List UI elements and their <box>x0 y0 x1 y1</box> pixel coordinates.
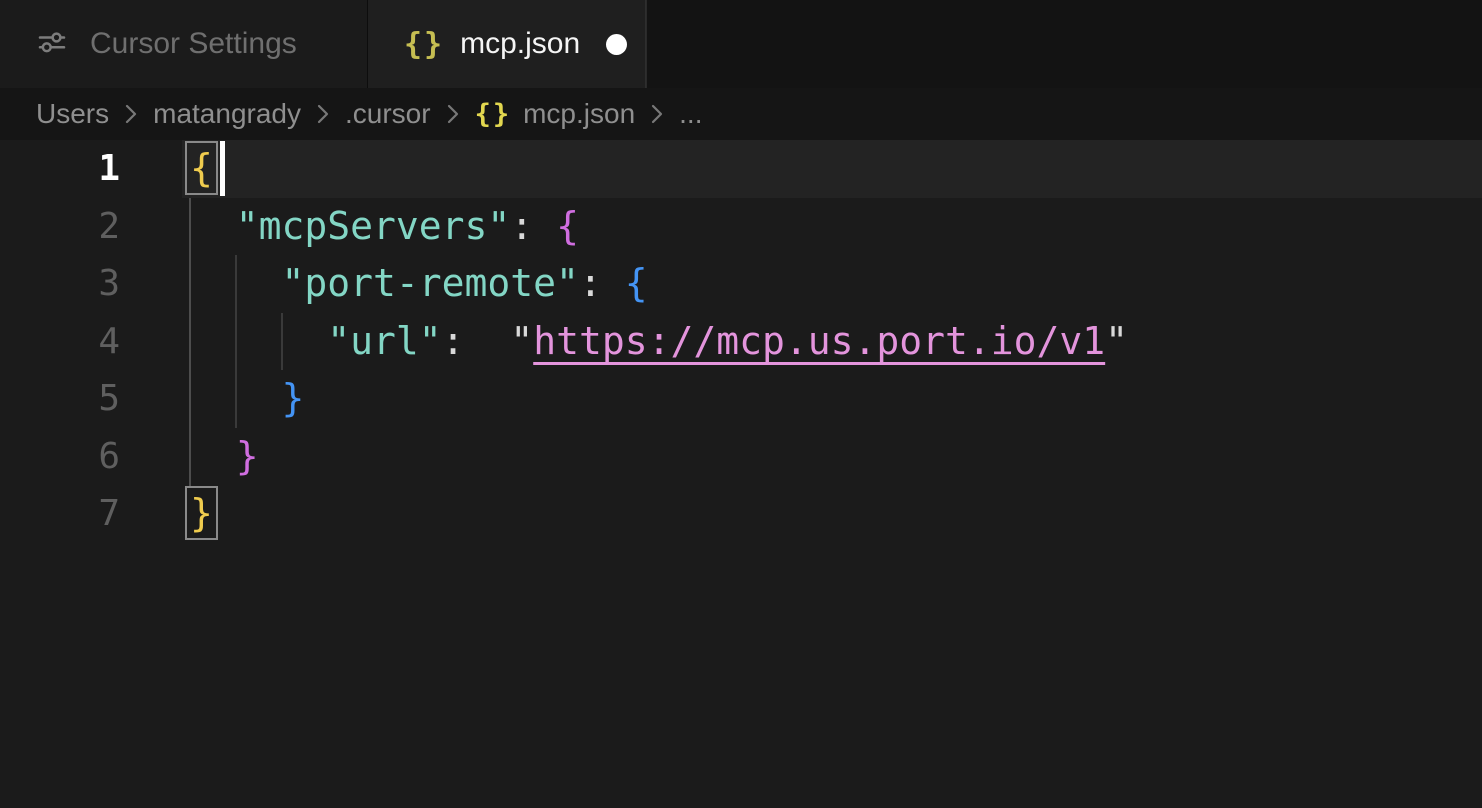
code-line[interactable]: 1{ <box>0 140 1482 198</box>
tab-bar: Cursor Settings {} mcp.json <box>0 0 1482 88</box>
breadcrumb-item-users[interactable]: Users <box>36 98 109 130</box>
code-line[interactable]: 2 "mcpServers": { <box>0 198 1482 256</box>
code-token: { <box>556 204 579 248</box>
line-number[interactable]: 7 <box>0 485 120 543</box>
bracket-match: { <box>190 146 213 190</box>
code-line-content: } <box>182 428 1482 486</box>
line-number[interactable]: 5 <box>0 370 120 428</box>
code-token <box>602 261 625 305</box>
text-cursor <box>220 141 225 196</box>
breadcrumb-item-matangrady[interactable]: matangrady <box>153 98 301 130</box>
code-token <box>190 434 236 478</box>
code-token: } <box>236 434 259 478</box>
line-number[interactable]: 6 <box>0 428 120 486</box>
chevron-right-icon <box>122 101 140 127</box>
chevron-right-icon <box>444 101 462 127</box>
code-line[interactable]: 5 } <box>0 370 1482 428</box>
code-token: " <box>1105 319 1128 363</box>
line-number[interactable]: 1 <box>0 140 120 198</box>
code-token <box>190 376 282 420</box>
line-number[interactable]: 2 <box>0 198 120 256</box>
tab-label: mcp.json <box>460 27 580 61</box>
tab-mcp-json[interactable]: {} mcp.json <box>368 0 646 88</box>
code-token <box>190 261 282 305</box>
link-token[interactable]: https://mcp.us.port.io/v1 <box>533 319 1105 363</box>
code-line-content: "mcpServers": { <box>182 198 1482 256</box>
code-line-content: } <box>182 370 1482 428</box>
code-line[interactable]: 7} <box>0 485 1482 543</box>
code-token <box>190 204 236 248</box>
json-braces-icon: {} <box>475 99 512 130</box>
sliders-icon <box>34 24 70 65</box>
code-token: } <box>282 376 305 420</box>
code-token <box>190 319 327 363</box>
chevron-right-icon <box>314 101 332 127</box>
breadcrumb: Users matangrady .cursor {} mcp.json... <box>0 88 1482 140</box>
code-line-content: { <box>182 140 1482 198</box>
breadcrumb-item--cursor[interactable]: .cursor <box>345 98 431 130</box>
breadcrumb-item-mcp-json[interactable]: {} mcp.json <box>475 98 636 130</box>
code-token: { <box>625 261 648 305</box>
tab-label: Cursor Settings <box>90 27 297 61</box>
code-line[interactable]: 3 "port-remote": { <box>0 255 1482 313</box>
code-token: : <box>579 261 602 305</box>
breadcrumb-label: matangrady <box>153 98 301 129</box>
code-token <box>465 319 511 363</box>
code-line-content: "url": "https://mcp.us.port.io/v1" <box>182 313 1482 371</box>
line-number[interactable]: 4 <box>0 313 120 371</box>
code-token: "mcpServers" <box>236 204 511 248</box>
tab-cursor-settings[interactable]: Cursor Settings <box>0 0 368 88</box>
code-token: "url" <box>327 319 441 363</box>
breadcrumb-label: ... <box>679 98 702 129</box>
code-line[interactable]: 6 } <box>0 428 1482 486</box>
code-token: "port-remote" <box>282 261 579 305</box>
code-token <box>533 204 556 248</box>
breadcrumb-label: .cursor <box>345 98 431 129</box>
breadcrumb-label: Users <box>36 98 109 129</box>
code-token: : <box>442 319 465 363</box>
modified-dot[interactable] <box>606 34 627 55</box>
code-token: " <box>510 319 533 363</box>
breadcrumb-item--[interactable]: ... <box>679 98 702 130</box>
tab-bar-empty-space <box>646 0 1482 88</box>
chevron-right-icon <box>648 101 666 127</box>
code-token: : <box>510 204 533 248</box>
code-line[interactable]: 4 "url": "https://mcp.us.port.io/v1" <box>0 313 1482 371</box>
bracket-match: } <box>190 491 213 535</box>
line-number[interactable]: 3 <box>0 255 120 313</box>
code-line-content: "port-remote": { <box>182 255 1482 313</box>
editor[interactable]: 1{2 "mcpServers": {3 "port-remote": {4 "… <box>0 140 1482 808</box>
code-line-content: } <box>182 485 1482 543</box>
json-braces-icon: {} <box>404 27 444 62</box>
breadcrumb-label: mcp.json <box>523 98 635 130</box>
